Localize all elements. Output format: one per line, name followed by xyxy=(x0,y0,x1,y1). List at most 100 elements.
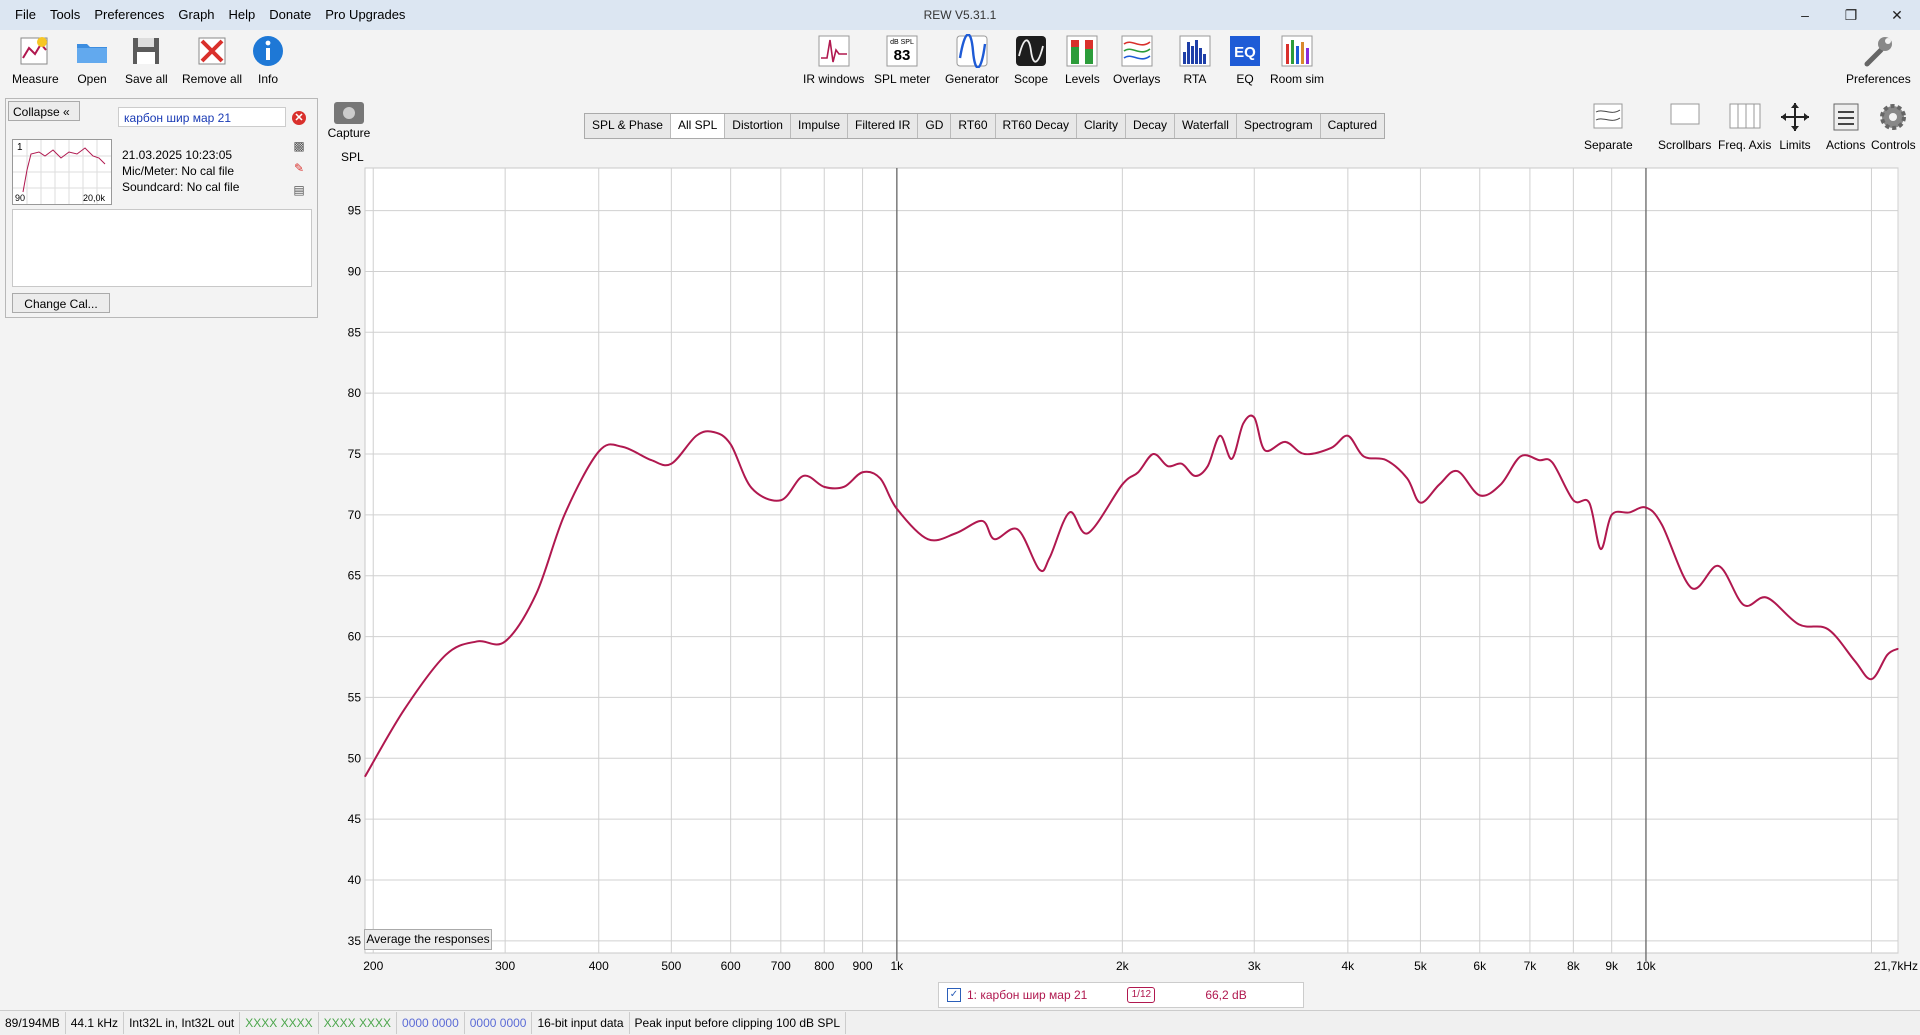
data-point xyxy=(1087,532,1089,534)
data-point xyxy=(1438,483,1441,486)
freq-axis-button[interactable]: Freq. Axis xyxy=(1718,100,1771,152)
x-tick-label: 700 xyxy=(771,959,791,973)
data-point xyxy=(1038,569,1041,571)
io-format-status: Int32L in, Int32L out xyxy=(124,1012,241,1034)
data-point xyxy=(1600,548,1602,550)
tab-distortion[interactable]: Distortion xyxy=(725,114,791,138)
tab-decay[interactable]: Decay xyxy=(1126,114,1176,138)
data-point xyxy=(1717,565,1720,567)
limits-button[interactable]: Limits xyxy=(1778,100,1812,152)
data-point xyxy=(1456,470,1458,472)
overlays-button[interactable]: Overlays xyxy=(1113,34,1160,86)
data-point xyxy=(1330,447,1332,449)
menu-tools[interactable]: Tools xyxy=(43,0,87,30)
data-point xyxy=(1385,459,1387,461)
measure-button[interactable]: Measure xyxy=(12,34,59,86)
tab-gd[interactable]: GD xyxy=(918,114,952,138)
data-point xyxy=(1363,455,1365,458)
x-tick-label: 4k xyxy=(1342,959,1356,973)
overlays-icon xyxy=(1120,34,1154,68)
save-all-button[interactable]: Save all xyxy=(125,34,168,86)
close-icon[interactable]: ✕ xyxy=(1874,0,1920,30)
spl-graph[interactable]: 35 40 45 50 55 60 65 70 75 80 85 90 95 200 300 400 500 6… xyxy=(0,150,1920,985)
spl-meter-button[interactable]: dB SPL 83 SPL meter xyxy=(874,34,930,86)
y-tick-label: 75 xyxy=(348,447,362,461)
measurement-name-field[interactable]: карбон шир мар 21 xyxy=(118,107,286,127)
x-tick-label: 400 xyxy=(589,959,609,973)
minimize-icon[interactable]: – xyxy=(1782,0,1828,30)
collapse-button[interactable]: Collapse « xyxy=(8,101,80,121)
menu-graph[interactable]: Graph xyxy=(171,0,221,30)
svg-text:83: 83 xyxy=(894,47,911,64)
menu-donate[interactable]: Donate xyxy=(262,0,318,30)
data-point xyxy=(1194,475,1196,477)
rta-button[interactable]: RTA xyxy=(1178,34,1212,86)
info-button[interactable]: Info xyxy=(251,34,285,86)
eq-button[interactable]: EQ EQ xyxy=(1228,34,1262,86)
tab-filtered-ir[interactable]: Filtered IR xyxy=(848,114,919,138)
scrollbars-button[interactable]: Scrollbars xyxy=(1658,100,1711,152)
x-tick-label: 3k xyxy=(1248,959,1262,973)
menu-preferences[interactable]: Preferences xyxy=(87,0,171,30)
spl-meter-icon: dB SPL 83 xyxy=(885,34,919,68)
y-tick-label: 60 xyxy=(348,630,362,644)
remove-all-button[interactable]: Remove all xyxy=(182,34,242,86)
info-icon xyxy=(251,34,285,68)
separate-button[interactable]: Separate xyxy=(1584,100,1633,152)
tab-captured[interactable]: Captured xyxy=(1321,114,1384,138)
menu-bar: File Tools Preferences Graph Help Donate… xyxy=(8,0,412,30)
capture-button[interactable]: Capture xyxy=(326,102,372,140)
data-point xyxy=(1479,494,1481,496)
tab-clarity[interactable]: Clarity xyxy=(1077,114,1127,138)
scope-button[interactable]: Scope xyxy=(1014,34,1048,86)
tab-rt60[interactable]: RT60 xyxy=(951,114,996,138)
ir-windows-button[interactable]: IR windows xyxy=(803,34,864,86)
data-point xyxy=(1645,506,1647,509)
data-point xyxy=(927,538,929,540)
camera-icon xyxy=(334,102,364,124)
memory-status[interactable]: 89/194MB xyxy=(0,1012,66,1034)
svg-text:EQ: EQ xyxy=(1234,44,1256,61)
data-point xyxy=(993,538,996,540)
tab-impulse[interactable]: Impulse xyxy=(791,114,849,138)
actions-button[interactable]: Actions xyxy=(1826,100,1865,152)
scrollbars-icon xyxy=(1668,100,1702,134)
data-point xyxy=(1572,499,1574,501)
data-point xyxy=(1551,461,1553,464)
data-point xyxy=(650,459,652,461)
tab-waterfall[interactable]: Waterfall xyxy=(1175,114,1237,138)
legend-checkbox[interactable]: ✓ xyxy=(947,988,961,1002)
tab-spl-phase[interactable]: SPL & Phase xyxy=(585,114,671,138)
tab-spectrogram[interactable]: Spectrogram xyxy=(1237,114,1321,138)
smoothing-badge[interactable]: 1/12 xyxy=(1127,987,1156,1003)
restore-icon[interactable]: ❐ xyxy=(1828,0,1874,30)
data-point xyxy=(1347,435,1349,437)
output-level-bits-right: 0000 0000 xyxy=(465,1012,533,1034)
data-point xyxy=(403,708,405,711)
plot-area xyxy=(364,167,1899,954)
open-button[interactable]: Open xyxy=(75,34,109,86)
data-point xyxy=(364,775,366,778)
y-tick-label: 55 xyxy=(348,690,362,704)
menu-file[interactable]: File xyxy=(8,0,43,30)
clipping-status: Peak input before clipping 100 dB SPL xyxy=(630,1012,847,1034)
data-point xyxy=(1207,465,1209,467)
delete-measurement-icon[interactable]: ✕ xyxy=(292,111,306,125)
preferences-button[interactable]: Preferences xyxy=(1846,34,1911,86)
sample-rate-status: 44.1 kHz xyxy=(66,1012,125,1034)
data-point xyxy=(1870,678,1873,680)
data-point xyxy=(1406,477,1408,479)
title-bar: File Tools Preferences Graph Help Donate… xyxy=(0,0,1920,30)
tab-all-spl[interactable]: All SPL xyxy=(670,114,726,138)
menu-help[interactable]: Help xyxy=(222,0,263,30)
tab-rt60-decay[interactable]: RT60 Decay xyxy=(996,114,1077,138)
data-point xyxy=(1827,628,1829,630)
levels-button[interactable]: Levels xyxy=(1065,34,1100,86)
room-sim-button[interactable]: Room sim xyxy=(1270,34,1324,86)
menu-pro-upgrades[interactable]: Pro Upgrades xyxy=(318,0,412,30)
data-point xyxy=(751,487,753,489)
data-point xyxy=(1017,528,1019,531)
average-responses-button[interactable]: Average the responses xyxy=(364,929,492,950)
controls-button[interactable]: Controls xyxy=(1871,100,1916,152)
generator-button[interactable]: Generator xyxy=(945,34,999,86)
